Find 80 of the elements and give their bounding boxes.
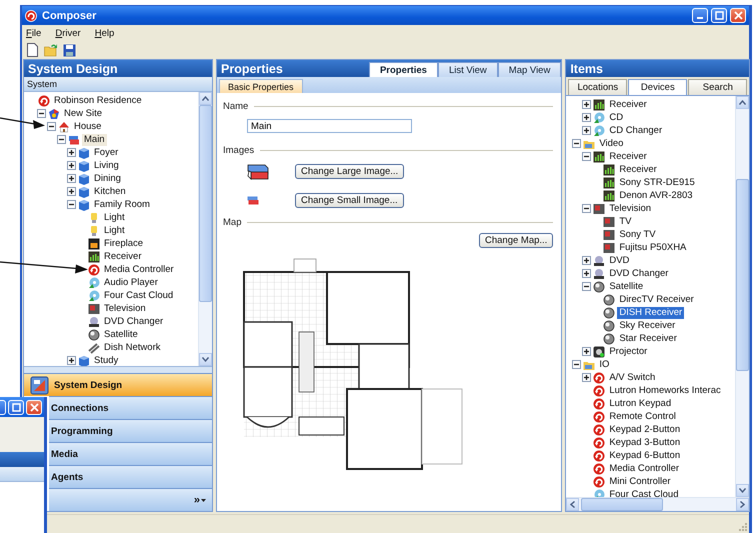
panel-title: Items xyxy=(570,62,603,76)
tree-item[interactable]: Dish Network xyxy=(102,342,162,354)
tree-item[interactable]: Light xyxy=(102,224,127,236)
tree-item[interactable]: Media Controller xyxy=(607,462,682,474)
tree-item[interactable]: Satellite xyxy=(102,328,140,340)
tree-item[interactable]: Study xyxy=(92,354,120,366)
tree-item[interactable]: Lutron Keypad xyxy=(607,398,674,410)
tree-item[interactable]: DVD xyxy=(607,254,632,266)
tree-item[interactable]: Denon AVR-2803 xyxy=(617,190,695,202)
tree-item[interactable]: New Site xyxy=(62,108,104,120)
tree-item[interactable]: DVD Changer xyxy=(102,316,166,328)
tree-item[interactable]: DVD Changer xyxy=(607,268,670,280)
tree-item[interactable]: Main xyxy=(82,134,107,146)
change-small-image-button[interactable]: Change Small Image... xyxy=(295,193,404,208)
tree-item[interactable]: Sony STR-DE915 xyxy=(617,176,697,188)
tree-item[interactable]: Keypad 3-Button xyxy=(607,436,682,448)
tree-item[interactable]: Kitchen xyxy=(92,186,128,198)
nav-overflow-button[interactable]: » xyxy=(49,488,212,511)
change-map-button[interactable]: Change Map... xyxy=(479,233,554,248)
tree-item[interactable]: TV xyxy=(617,216,634,228)
tree-item[interactable]: CD xyxy=(607,112,626,124)
items-tab[interactable]: Devices xyxy=(628,79,688,95)
tree-item[interactable]: Keypad 2-Button xyxy=(607,424,682,436)
tree-item[interactable]: Audio Player xyxy=(102,276,160,288)
tree-item[interactable]: Receiver xyxy=(607,98,649,110)
section-label: Name xyxy=(223,100,248,112)
panel-title: System Design xyxy=(28,62,118,76)
tree-item[interactable]: Television xyxy=(607,202,654,214)
items-tab[interactable]: Search xyxy=(688,79,748,95)
column-title: System xyxy=(27,79,58,89)
properties-tab[interactable]: Basic Properties xyxy=(219,79,303,93)
menu-item[interactable]: Help xyxy=(94,28,114,38)
tree-item[interactable]: Video xyxy=(597,138,626,150)
tree-item[interactable]: Television xyxy=(102,302,148,314)
tree-item[interactable]: CD Changer xyxy=(607,124,664,136)
tree-item[interactable]: A/V Switch xyxy=(607,372,658,384)
tree-item[interactable]: Receiver xyxy=(102,250,144,262)
view-tab[interactable]: Properties xyxy=(368,62,438,77)
nav-button[interactable]: Programming xyxy=(49,419,212,442)
tree-item[interactable]: Lutron Homeworks Interac xyxy=(607,384,723,396)
tree-item[interactable]: Satellite xyxy=(607,280,646,292)
tree-item[interactable]: Family Room xyxy=(92,198,152,210)
tree-item[interactable]: Four Cast Cloud xyxy=(607,488,680,497)
tree-item[interactable]: Media Controller xyxy=(102,264,176,276)
section-label: Map xyxy=(223,216,242,228)
tree-item[interactable]: Remote Control xyxy=(607,410,678,422)
tree-item[interactable]: Projector xyxy=(607,346,650,358)
tree-item[interactable]: House xyxy=(72,120,104,132)
tree-item[interactable]: Foyer xyxy=(92,146,120,158)
tree-item[interactable]: Star Receiver xyxy=(617,332,679,344)
tree-item[interactable]: Fujitsu P50XHA xyxy=(617,242,688,254)
tree-item[interactable]: Sony TV xyxy=(617,228,658,240)
items-tab[interactable]: Locations xyxy=(568,79,628,95)
view-tab[interactable]: List View xyxy=(438,62,498,77)
tree-item[interactable]: Living xyxy=(92,160,121,172)
change-large-image-button[interactable]: Change Large Image... xyxy=(295,164,404,179)
nav-button[interactable]: System Design xyxy=(24,373,212,396)
view-tab[interactable]: Map View xyxy=(498,62,562,77)
tree-item[interactable]: DirecTV Receiver xyxy=(617,294,696,306)
tree-item[interactable]: Receiver xyxy=(617,164,659,176)
tree-item[interactable]: Mini Controller xyxy=(607,476,673,488)
tree-item[interactable]: Robinson Residence xyxy=(52,94,144,106)
tree-item[interactable]: Receiver xyxy=(607,150,649,162)
tree-item[interactable]: Sky Receiver xyxy=(617,320,678,332)
tree-item[interactable]: Dining xyxy=(92,172,123,184)
tree-item[interactable]: Keypad 6-Button xyxy=(607,450,682,462)
nav-button[interactable]: Media xyxy=(49,442,212,465)
tree-item[interactable]: Fireplace xyxy=(102,238,146,250)
panel-title: Properties xyxy=(221,62,283,76)
menu-item[interactable]: File xyxy=(26,28,42,38)
tree-item[interactable]: Four Cast Cloud xyxy=(102,290,176,302)
section-label: Images xyxy=(223,144,254,156)
tree-item[interactable]: DISH Receiver xyxy=(617,306,684,318)
menu-item[interactable]: Driver xyxy=(55,28,81,38)
tree-item[interactable]: Light xyxy=(102,212,127,224)
tree-item[interactable]: IO xyxy=(597,358,612,370)
window-title: Composer xyxy=(42,10,96,22)
nav-button[interactable]: Agents xyxy=(49,465,212,488)
nav-button[interactable]: Connections xyxy=(49,396,212,419)
name-field[interactable]: Main xyxy=(247,119,412,133)
